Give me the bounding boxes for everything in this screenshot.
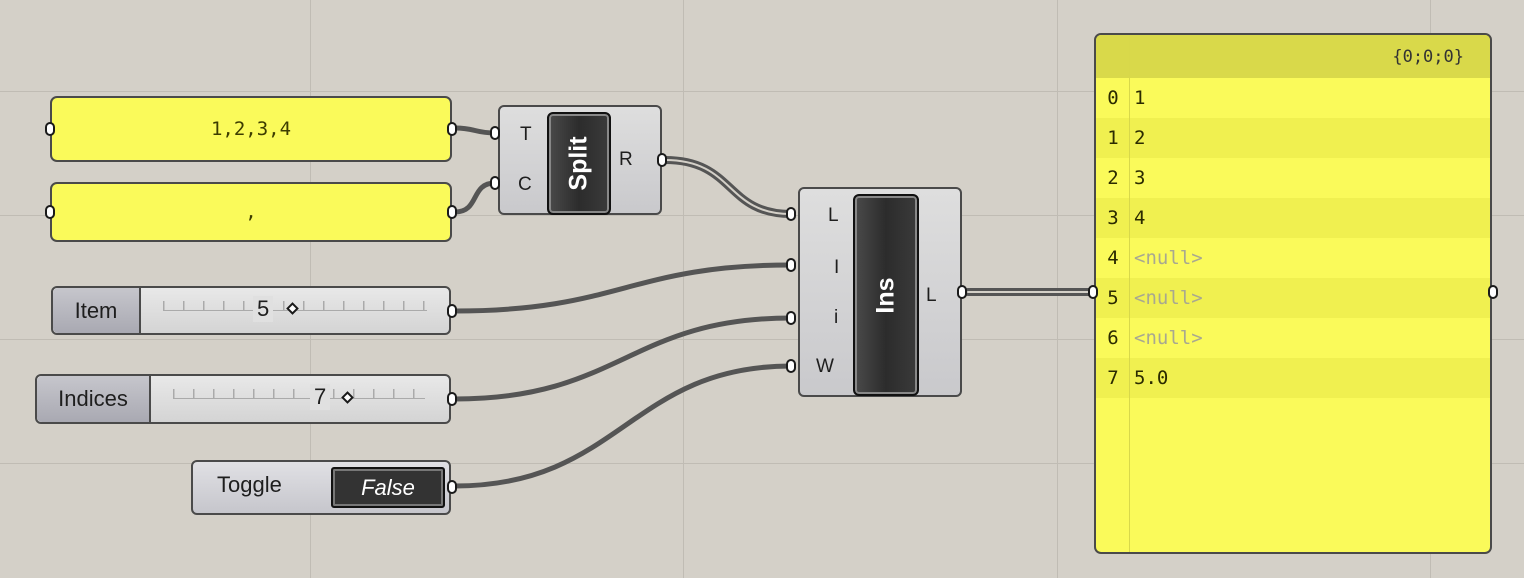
ins-input-l-port[interactable] — [786, 207, 796, 221]
ins-output-l-port[interactable] — [957, 285, 967, 299]
ins-input-item-label: I — [834, 257, 840, 278]
output-panel-row: 01 — [1096, 78, 1490, 118]
row-value: 3 — [1134, 167, 1146, 189]
text-panel-content: 1,2,3,4 — [210, 118, 292, 140]
row-index: 6 — [1107, 327, 1119, 349]
output-panel-row: 12 — [1096, 118, 1490, 158]
output-panel-row: 4 <null> — [1096, 238, 1490, 278]
output-panel-input-port[interactable] — [1088, 285, 1098, 299]
row-index: 5 — [1107, 287, 1119, 309]
ins-title: Ins — [871, 276, 900, 314]
wire-split-to-ins-l — [661, 156, 795, 218]
split-output-r-port[interactable] — [657, 153, 667, 167]
toggle-name: Toggle — [217, 472, 282, 497]
boolean-toggle[interactable]: Toggle False — [191, 460, 451, 515]
split-component[interactable]: T C Split R — [498, 105, 662, 215]
split-input-c-label: C — [518, 174, 532, 195]
item-slider-name: Item — [53, 288, 141, 333]
toggle-output-port[interactable] — [447, 480, 457, 494]
indices-slider-value: 7 — [310, 384, 331, 410]
text-panel[interactable]: 1,2,3,4 — [50, 96, 452, 162]
indices-slider-ticks — [173, 389, 425, 399]
split-input-c-port[interactable] — [490, 176, 500, 190]
row-value: <null> — [1134, 327, 1203, 349]
ins-input-index-label: i — [834, 307, 839, 328]
output-panel-output-port[interactable] — [1488, 285, 1498, 299]
item-slider[interactable]: Item 5 — [51, 286, 451, 335]
row-value: <null> — [1134, 247, 1203, 269]
row-value: 2 — [1134, 127, 1146, 149]
indices-slider-name: Indices — [37, 376, 151, 422]
row-value: 1 — [1134, 87, 1146, 109]
output-panel[interactable]: {0;0;0} 0 1 1 2 2 3 3 4 4 <null> 5 <null> 6 <null> 7 5.… — [1094, 33, 1492, 554]
text-panel-input-port[interactable] — [45, 122, 55, 136]
text-panel-output-port[interactable] — [447, 122, 457, 136]
ins-input-index-port[interactable] — [786, 311, 796, 325]
item-slider-track[interactable]: 5 — [141, 288, 449, 333]
indices-slider-output-port[interactable] — [447, 392, 457, 406]
wire-separator-to-split-c — [452, 180, 498, 215]
output-panel-row: 6 <null> — [1096, 318, 1490, 358]
ins-input-l-label: L — [828, 205, 839, 226]
split-title-block[interactable]: Split — [547, 112, 611, 215]
ins-input-item-port[interactable] — [786, 258, 796, 272]
separator-panel-output-port[interactable] — [447, 205, 457, 219]
output-panel-gutter — [1129, 35, 1130, 552]
wire-item-to-ins-i — [452, 262, 794, 314]
row-index: 3 — [1107, 207, 1119, 229]
indices-slider-track[interactable]: 7 — [151, 376, 449, 422]
split-input-t-port[interactable] — [490, 126, 500, 140]
ins-input-w-label: W — [816, 356, 834, 377]
separator-panel-content: , — [245, 201, 257, 223]
insert-items-component[interactable]: L I i W Ins L — [798, 187, 962, 397]
output-panel-row: 34 — [1096, 198, 1490, 238]
item-slider-output-port[interactable] — [447, 304, 457, 318]
separator-panel-input-port[interactable] — [45, 205, 55, 219]
row-value: <null> — [1134, 287, 1203, 309]
ins-title-block[interactable]: Ins — [853, 194, 919, 396]
ins-output-l-label: L — [926, 285, 937, 306]
output-panel-row: 5 <null> — [1096, 278, 1490, 318]
split-output-r-label: R — [619, 149, 633, 170]
row-index: 0 — [1107, 87, 1119, 109]
row-value: 4 — [1134, 207, 1146, 229]
toggle-value-button[interactable]: False — [331, 467, 445, 508]
row-index: 4 — [1107, 247, 1119, 269]
wire-indices-to-ins-index — [452, 315, 794, 402]
item-slider-value: 5 — [253, 296, 274, 322]
row-value: 5.0 — [1134, 367, 1169, 389]
ins-input-w-port[interactable] — [786, 359, 796, 373]
row-index: 1 — [1107, 127, 1119, 149]
output-panel-rows: 0 1 1 2 2 3 3 4 4 <null> 5 <null> 6 <null> 7 5.0 — [1096, 78, 1490, 398]
output-panel-row: 7 5.0 — [1096, 358, 1490, 398]
separator-panel[interactable]: , — [50, 182, 452, 242]
indices-slider[interactable]: Indices 7 — [35, 374, 451, 424]
wire-toggle-to-ins-w — [452, 363, 794, 489]
split-title: Split — [564, 136, 593, 191]
row-index: 2 — [1107, 167, 1119, 189]
split-input-t-label: T — [520, 124, 532, 145]
row-index: 7 — [1107, 367, 1119, 389]
output-panel-row: 23 — [1096, 158, 1490, 198]
wire-text-to-split-t — [452, 125, 498, 136]
output-panel-path: {0;0;0} — [1096, 35, 1490, 78]
